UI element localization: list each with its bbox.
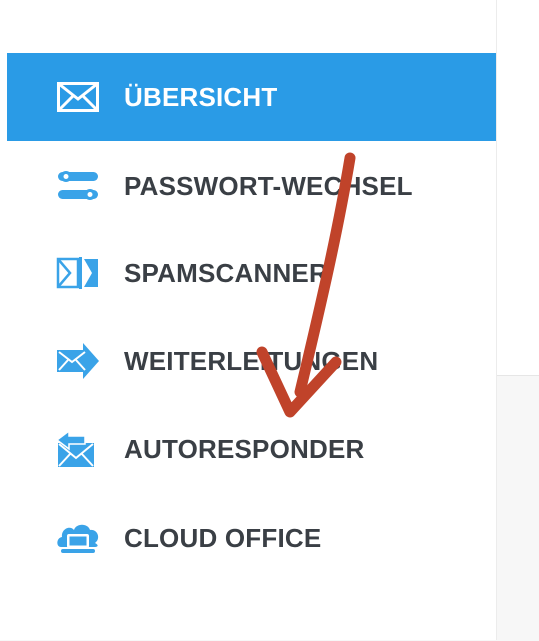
sidebar-item-weiterleitungen[interactable]: WEITERLEITUNGEN	[7, 317, 496, 405]
sidebar-item-uebersicht[interactable]: ÜBERSICHT	[7, 53, 496, 141]
sidebar-item-label: ÜBERSICHT	[124, 81, 278, 112]
sidebar: ÜBERSICHT PASSWORT-WECHSEL SPAMSCANNER W…	[0, 0, 497, 640]
content-panel-bottom	[497, 375, 539, 641]
sidebar-item-label: CLOUD OFFICE	[124, 522, 322, 553]
sidebar-item-autoresponder[interactable]: AUTORESPONDER	[7, 405, 496, 493]
sidebar-item-spamscanner[interactable]: SPAMSCANNER	[7, 229, 496, 317]
sidebar-item-cloud-office[interactable]: CLOUD OFFICE	[7, 494, 496, 582]
sidebar-item-passwort-wechsel[interactable]: PASSWORT-WECHSEL	[7, 142, 496, 230]
sidebar-item-label: SPAMSCANNER	[124, 257, 328, 288]
reply-mail-icon	[54, 429, 102, 469]
spam-filter-icon	[54, 253, 102, 293]
sidebar-item-label: WEITERLEITUNGEN	[124, 345, 379, 376]
sidebar-item-label: AUTORESPONDER	[124, 433, 365, 464]
envelope-icon	[54, 77, 102, 117]
forward-mail-icon	[54, 341, 102, 381]
sidebar-item-label: PASSWORT-WECHSEL	[124, 170, 413, 201]
content-panel-top	[497, 0, 539, 375]
password-toggle-icon	[54, 166, 102, 206]
cloud-computer-icon	[54, 518, 102, 558]
